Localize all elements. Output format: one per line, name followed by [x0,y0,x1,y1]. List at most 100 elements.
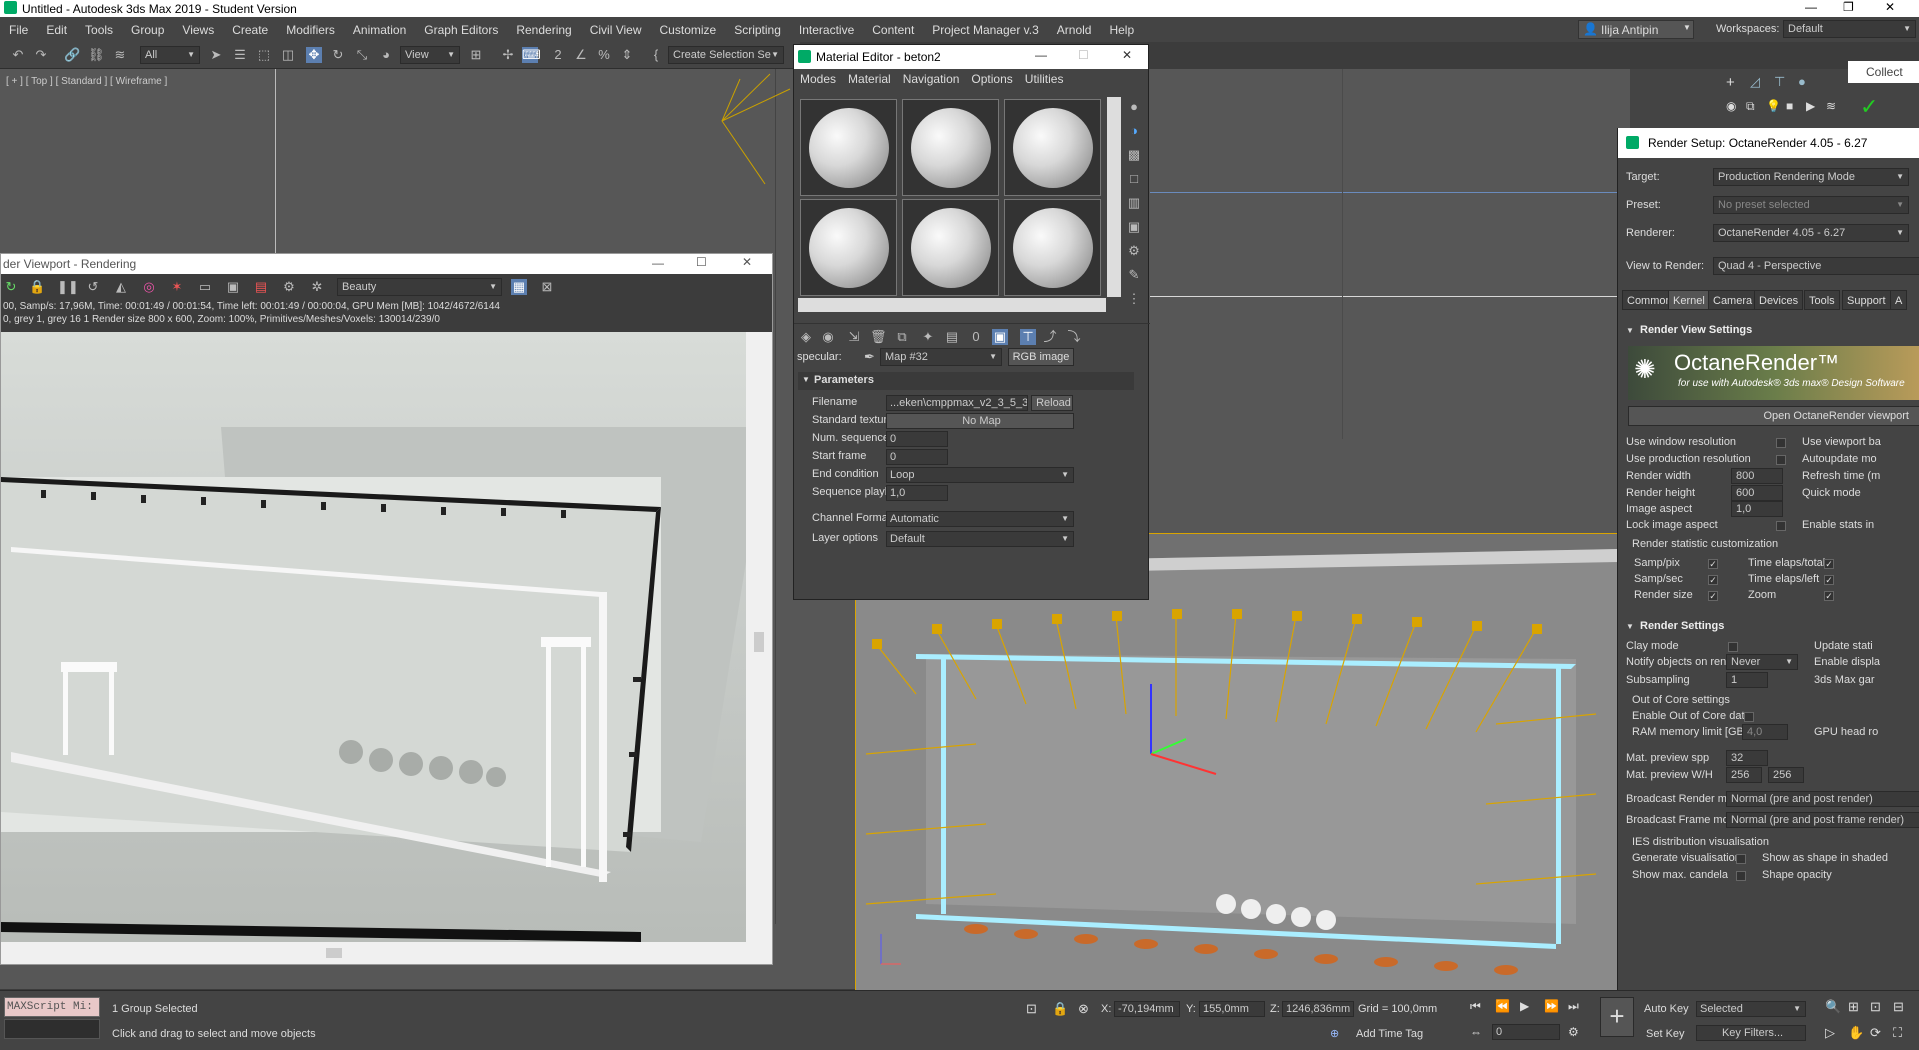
menu-create[interactable]: Create [223,23,277,37]
slots-h-scrollbar[interactable] [798,298,1106,312]
menu-options[interactable]: Options [965,72,1018,86]
tab-kernel[interactable]: Kernel [1668,290,1710,310]
stat-samp-sec-checkbox[interactable]: ✓ [1708,575,1718,585]
clay-mode-checkbox[interactable] [1728,642,1738,652]
absolute-mode-icon[interactable]: ⊗ [1078,1001,1089,1017]
save-image-icon[interactable]: ▭ [197,279,213,295]
menu-content[interactable]: Content [863,23,923,37]
image-aspect-spinner[interactable]: 1,0 [1731,501,1783,517]
get-material-icon[interactable]: ◈ [798,329,814,345]
map-type-button[interactable]: RGB image [1008,348,1074,366]
notify-dropdown[interactable]: Never ▼ [1726,654,1798,670]
go-to-start-icon[interactable]: ⏮ [1470,999,1481,1014]
pivot-center-icon[interactable]: ⊞ [468,47,484,63]
options-icon[interactable]: ⚙ [1126,243,1142,259]
auto-key-button[interactable]: Auto Key [1644,1003,1689,1015]
angle-snap-icon[interactable]: ∠ [573,47,589,63]
lights-icon[interactable]: 💡 [1766,99,1781,113]
stat-time-total-checkbox[interactable]: ✓ [1824,559,1834,569]
collapse-icon[interactable]: ▼ [1626,622,1634,631]
go-forward-icon[interactable]: ⤵ [1066,329,1082,345]
renderer-dropdown[interactable]: OctaneRender 4.05 - 6.27 ▼ [1713,224,1909,242]
stat-samp-pix-checkbox[interactable]: ✓ [1708,559,1718,569]
rect-selection-icon[interactable]: ⬚ [256,47,272,63]
z-coordinate-field[interactable]: 1246,836mm [1282,1001,1354,1017]
menu-modes[interactable]: Modes [794,72,842,86]
mat-preview-h-spinner[interactable]: 256 [1768,767,1804,783]
sample-slot[interactable] [902,99,999,196]
percent-snap-icon[interactable]: % [596,47,612,63]
shapes-icon[interactable]: ⧉ [1746,99,1755,114]
view-to-render-dropdown[interactable]: Quad 4 - Perspective [1713,257,1919,275]
menu-arnold[interactable]: Arnold [1048,23,1101,37]
time-config-icon[interactable]: ⚙ [1568,1025,1579,1039]
set-key-label[interactable]: Set Key [1646,1028,1685,1040]
key-mode-dropdown[interactable]: Selected ▼ [1696,1001,1806,1017]
viewport-perspective[interactable] [855,533,1618,991]
menu-civil-view[interactable]: Civil View [581,23,651,37]
select-object-icon[interactable]: ➤ [208,47,224,63]
put-to-scene-icon[interactable]: ◉ [820,329,836,345]
refresh-icon[interactable]: ↺ [85,279,101,295]
collapse-icon[interactable]: ▼ [1626,326,1634,335]
minimize-icon[interactable]: — [1035,48,1047,62]
tab-tools[interactable]: Tools [1804,290,1840,310]
make-preview-icon[interactable]: ▣ [1126,219,1142,235]
lock-icon[interactable]: 🔒 [29,279,45,295]
region-icon[interactable]: ◭ [113,279,129,295]
layer-options-dropdown[interactable]: Default ▼ [886,531,1074,547]
menu-tools[interactable]: Tools [76,23,122,37]
time-tag-icon[interactable]: ⊕ [1330,1027,1339,1040]
uv-tiling-icon[interactable]: □ [1126,171,1142,187]
sample-type-icon[interactable]: ● [1126,99,1142,115]
render-settings-header[interactable]: Render Settings [1640,620,1724,632]
minimize-icon[interactable]: — [1805,0,1817,14]
edit-named-selection-icon[interactable]: { [648,47,664,63]
sample-slot[interactable] [1004,199,1101,296]
go-to-end-icon[interactable]: ⏭ [1568,999,1579,1014]
bind-space-warp-icon[interactable]: ≋ [112,47,128,63]
eyedropper-icon[interactable]: ✒ [864,349,875,365]
y-coordinate-field[interactable]: 155,0mm [1199,1001,1265,1017]
channel-dropdown[interactable]: Beauty ▼ [337,278,502,296]
channel-format-dropdown[interactable]: Automatic ▼ [886,511,1074,527]
minimize-icon[interactable]: — [652,256,664,270]
num-sequence-spinner[interactable]: 0 [886,431,948,447]
ooc-enable-checkbox[interactable] [1744,712,1754,722]
menu-help[interactable]: Help [1100,23,1143,37]
menu-customize[interactable]: Customize [651,23,726,37]
target-dropdown[interactable]: Production Rendering Mode ▼ [1713,168,1909,186]
gear-icon[interactable]: ✲ [309,279,325,295]
maxscript-input[interactable] [4,1019,100,1039]
add-time-tag[interactable]: Add Time Tag [1356,1028,1423,1040]
pick-material-icon[interactable]: ✶ [169,279,185,295]
fit-icon[interactable]: ▦ [511,279,527,295]
gen-vis-checkbox[interactable] [1736,854,1746,864]
start-frame-spinner[interactable]: 0 [886,449,948,465]
menu-scripting[interactable]: Scripting [725,23,790,37]
snap-toggle-icon[interactable]: 2 [550,47,566,63]
parameters-rollout-header[interactable]: ▼ Parameters [798,372,1134,390]
unlink-icon[interactable]: ⛓ [88,47,105,63]
render-height-spinner[interactable]: 600 [1731,485,1783,501]
sample-slot[interactable] [1004,99,1101,196]
current-frame-field[interactable]: 0 [1492,1024,1560,1040]
stat-time-left-checkbox[interactable]: ✓ [1824,575,1834,585]
make-unique-icon[interactable]: ✦ [920,329,936,345]
go-to-parent-icon[interactable]: ⤴ [1042,329,1058,345]
menu-interactive[interactable]: Interactive [790,23,863,37]
ram-limit-spinner[interactable]: 4,0 [1742,724,1788,740]
menu-modifiers[interactable]: Modifiers [277,23,344,37]
workspace-dropdown[interactable]: Default ▼ [1783,20,1916,38]
tab-support[interactable]: Support [1842,290,1891,310]
map-name-dropdown[interactable]: Map #32 ▼ [880,348,1002,366]
orbit-icon[interactable]: ⟳ [1870,1025,1881,1041]
close-icon[interactable]: ✕ [1122,48,1132,62]
isolate-selection-icon[interactable]: ⊡ [1026,1001,1037,1017]
end-condition-dropdown[interactable]: Loop ▼ [886,467,1074,483]
restart-render-icon[interactable]: ↻ [3,279,19,295]
select-by-material-icon[interactable]: ✎ [1126,267,1142,283]
color-icon[interactable]: ◎ [141,279,157,295]
sample-slot[interactable] [800,99,897,196]
viewport-label[interactable]: [ + ] [ Top ] [ Standard ] [ Wireframe ] [6,76,167,87]
